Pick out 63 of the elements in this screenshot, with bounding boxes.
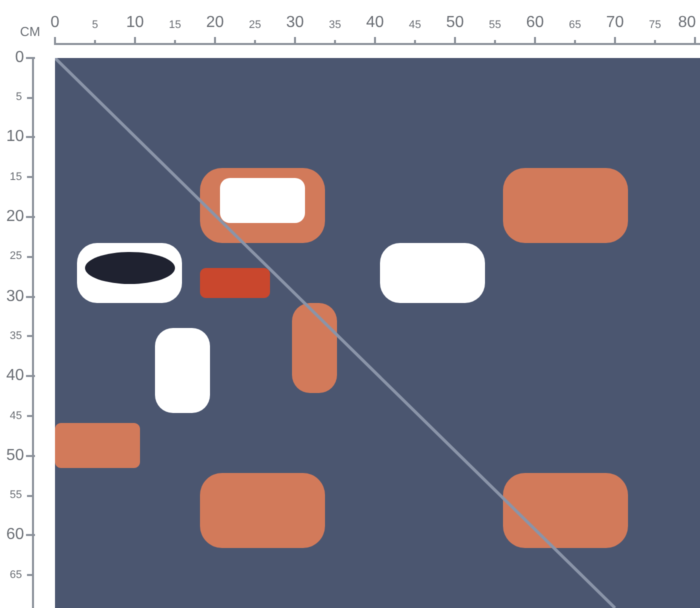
ruler-tick xyxy=(94,40,96,45)
ruler-tick xyxy=(694,37,696,45)
ruler-label: 70 xyxy=(606,15,624,31)
ruler-label: 45 xyxy=(408,20,422,31)
ruler-label: 40 xyxy=(366,15,384,31)
ruler-tick xyxy=(414,40,416,45)
ruler-tick xyxy=(27,494,32,497)
ruler-label: 65 xyxy=(10,570,22,581)
ruler-label: 35 xyxy=(328,20,342,31)
ruler-label: 10 xyxy=(6,129,24,146)
ruler-tick xyxy=(27,96,32,99)
ruler-label: 5 xyxy=(92,20,98,31)
ruler-label: 75 xyxy=(648,20,662,31)
ruler-label: 25 xyxy=(248,20,262,31)
ruler-label: 45 xyxy=(10,410,22,422)
ruler-tick xyxy=(494,40,496,45)
ruler-tick xyxy=(294,37,296,45)
ruler-label: 55 xyxy=(488,20,502,31)
ruler-label: 30 xyxy=(6,288,24,305)
ruler-label: 50 xyxy=(6,448,24,464)
ruler-label: 20 xyxy=(6,209,24,226)
ruler-tick xyxy=(454,37,456,45)
ruler-tick xyxy=(27,574,32,576)
ruler-label: 25 xyxy=(10,251,22,262)
ruler-tick xyxy=(26,136,35,138)
ruler-tick xyxy=(174,40,176,45)
ruler-tick xyxy=(134,37,136,45)
ruler-tick xyxy=(254,40,256,45)
ruler-label: 15 xyxy=(168,20,182,31)
ruler-label: 10 xyxy=(126,15,144,31)
ruler-label: 50 xyxy=(446,15,464,31)
ruler-tick xyxy=(26,534,35,536)
ruler-tick xyxy=(334,40,336,45)
ruler-tick xyxy=(654,40,656,45)
ruler-label: 55 xyxy=(10,490,22,502)
ruler-tick xyxy=(574,40,576,45)
ruler-label: 20 xyxy=(206,15,224,31)
ruler-tick xyxy=(26,56,35,59)
ruler-label: 35 xyxy=(10,330,22,342)
ruler-label: 40 xyxy=(6,368,24,384)
ruler-tick xyxy=(374,37,376,45)
ruler-tick xyxy=(26,454,35,457)
ruler-tick xyxy=(26,216,35,218)
unit-label: CM xyxy=(20,25,40,38)
ruler-tick xyxy=(27,335,32,338)
ruler-label: 65 xyxy=(568,20,582,31)
ruler-tick xyxy=(214,37,216,45)
ruler-label: 15 xyxy=(10,172,22,183)
ruler-tick xyxy=(27,415,32,418)
ruler-label: 0 xyxy=(50,15,60,31)
ruler-tick xyxy=(27,176,32,178)
ruler-tick xyxy=(54,37,56,45)
ruler-tick xyxy=(534,37,536,45)
ruler-label: 60 xyxy=(6,527,24,544)
ruler-label: 30 xyxy=(286,15,304,31)
ruler-label: 5 xyxy=(16,92,22,104)
ruler-label: 80 xyxy=(678,15,696,31)
ruler-tick xyxy=(26,296,35,298)
ruler-label: 60 xyxy=(526,15,544,31)
ruler-tick xyxy=(27,256,32,258)
ruler-label: 0 xyxy=(15,50,24,66)
ruler-tick xyxy=(614,37,616,45)
ruler-tick xyxy=(26,375,35,378)
